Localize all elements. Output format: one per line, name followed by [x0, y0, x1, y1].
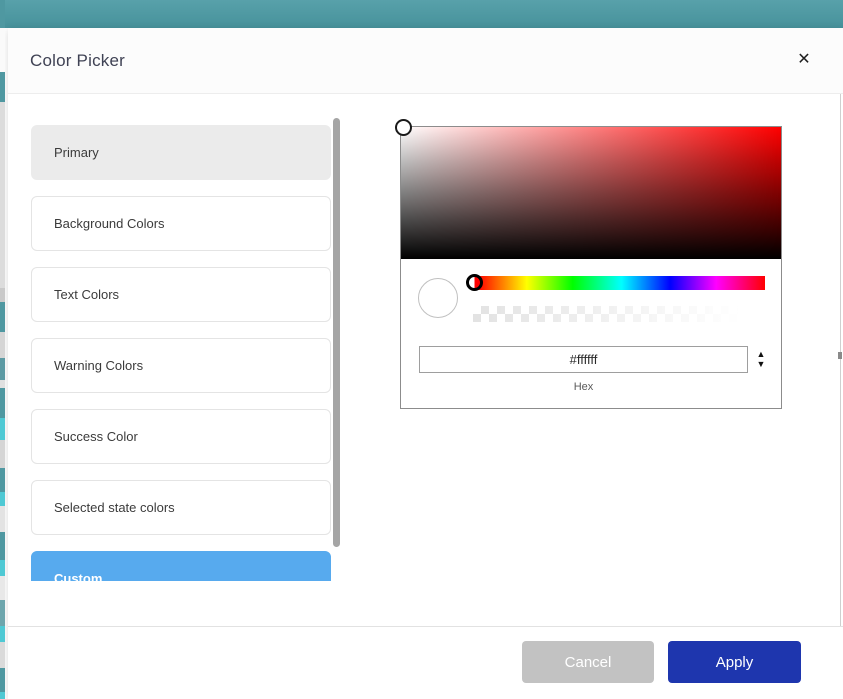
sidebar-item-custom[interactable]: Custom [31, 551, 331, 581]
sidebar-item-selected-state-colors[interactable]: Selected state colors [31, 480, 331, 535]
sidebar-item-label: Warning Colors [54, 358, 143, 373]
sidebar-scrollbar[interactable] [333, 118, 340, 547]
sidebar-item-text-colors[interactable]: Text Colors [31, 267, 331, 322]
page-title: Color Picker [30, 51, 125, 71]
hue-slider-handle[interactable] [466, 274, 483, 291]
page-scrollbar-marker [838, 352, 842, 359]
stepper-down-icon[interactable]: ▼ [757, 360, 766, 369]
dialog-header: Color Picker ✕ [8, 28, 843, 94]
hex-field-label: Hex [419, 381, 748, 393]
sidebar-item-primary[interactable]: Primary [31, 125, 331, 180]
close-icon[interactable]: ✕ [792, 48, 816, 72]
current-color-swatch [418, 278, 458, 318]
color-picker-panel: ▲ ▼ Hex [400, 126, 782, 409]
page-edge-strip [0, 0, 5, 699]
stepper-up-icon[interactable]: ▲ [757, 350, 766, 359]
alpha-slider[interactable] [473, 306, 765, 322]
saturation-pointer[interactable] [395, 119, 412, 136]
sidebar-item-label: Selected state colors [54, 500, 175, 515]
color-category-list: Primary Background Colors Text Colors Wa… [31, 115, 331, 581]
sidebar-item-label: Text Colors [54, 287, 119, 302]
saturation-gradient-area[interactable] [401, 127, 781, 259]
hue-slider[interactable] [478, 276, 765, 290]
hex-input[interactable] [419, 346, 748, 373]
sidebar-item-background-colors[interactable]: Background Colors [31, 196, 331, 251]
page-scrollbar-track [840, 94, 841, 626]
sidebar-item-label: Background Colors [54, 216, 165, 231]
sidebar-item-label: Primary [54, 145, 99, 160]
cancel-button[interactable]: Cancel [522, 641, 654, 683]
hex-stepper[interactable]: ▲ ▼ [753, 346, 769, 373]
sidebar-item-label: Custom [54, 571, 102, 581]
sidebar-item-success-color[interactable]: Success Color [31, 409, 331, 464]
footer-divider [8, 626, 843, 627]
page-top-bar [0, 0, 843, 28]
sidebar-item-warning-colors[interactable]: Warning Colors [31, 338, 331, 393]
sidebar-item-label: Success Color [54, 429, 138, 444]
apply-button[interactable]: Apply [668, 641, 801, 683]
